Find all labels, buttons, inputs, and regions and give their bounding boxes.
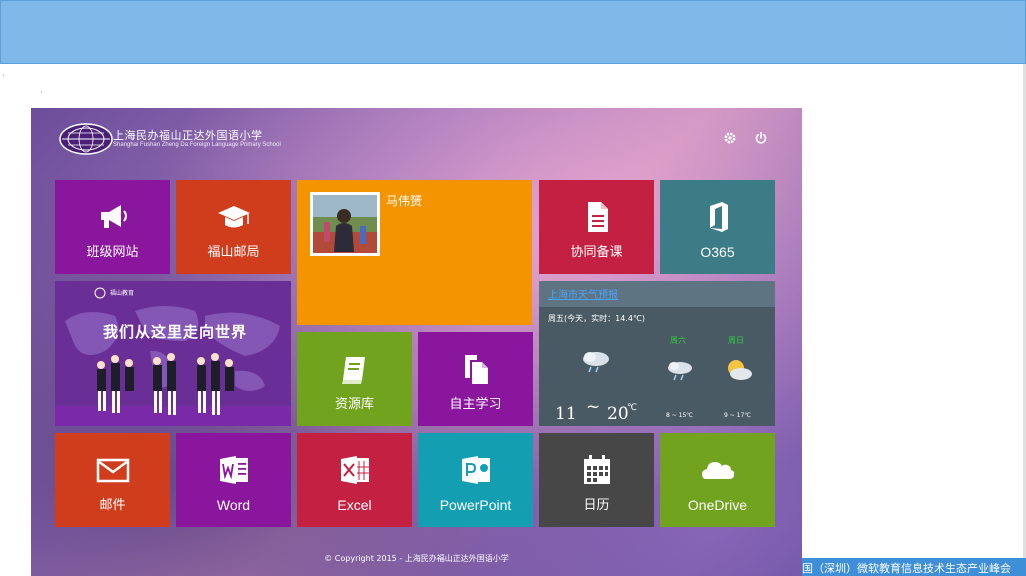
page-mark: · bbox=[40, 88, 43, 97]
tile-weather[interactable]: 上海市天气预报 周五(今天，实时：14.4℃) 周六 周日 11 ~ 20 ℃ … bbox=[539, 281, 775, 426]
weather-today-line: 周五(今天，实时：14.4℃) bbox=[548, 314, 646, 323]
partly-cloudy-icon bbox=[728, 360, 752, 380]
graduation-cap-icon bbox=[217, 206, 250, 228]
tile-label: 邮件 bbox=[99, 498, 126, 513]
excel-icon bbox=[340, 456, 369, 484]
tile-calendar[interactable]: 日历 bbox=[539, 433, 654, 527]
book-icon bbox=[341, 357, 365, 384]
page-mark: · bbox=[2, 71, 5, 80]
weather-day2-label: 周六 bbox=[670, 336, 686, 345]
weather-day3-range: 9 ~ 17℃ bbox=[724, 412, 752, 419]
tile-user-profile[interactable]: 马伟赟 bbox=[297, 180, 532, 325]
tile-word[interactable]: Word bbox=[176, 433, 291, 527]
tile-banner[interactable]: 福山教育 我们从这里走向世界 bbox=[55, 281, 291, 426]
school-name-english: Shanghai Fushan Zheng Da Foreign Languag… bbox=[113, 142, 281, 148]
school-logo-icon bbox=[59, 123, 113, 155]
tile-label: OneDrive bbox=[687, 497, 748, 513]
user-name: 马伟赟 bbox=[386, 194, 423, 208]
office-icon bbox=[709, 202, 728, 232]
browser-top-band bbox=[0, 0, 1026, 64]
portal-window: 上海民办福山正达外国语小学 Shanghai Fushan Zheng Da F… bbox=[31, 108, 802, 576]
ticker-text: 国（深圳）微软教育信息技术生态产业峰会 bbox=[802, 562, 1011, 575]
weather-day3-label: 周日 bbox=[728, 336, 744, 345]
school-name: 上海民办福山正达外国语小学 bbox=[113, 129, 263, 142]
word-icon bbox=[219, 456, 248, 484]
weather-today-tilde: ~ bbox=[586, 397, 601, 417]
world-map-illustration bbox=[55, 287, 291, 426]
tile-co-prep[interactable]: 协同备课 bbox=[539, 180, 654, 274]
power-icon[interactable] bbox=[754, 131, 768, 145]
weather-today-unit: ℃ bbox=[627, 403, 638, 413]
cloud-icon bbox=[701, 462, 734, 479]
tile-resources[interactable]: 资源库 bbox=[297, 332, 412, 426]
tile-excel[interactable]: Excel bbox=[297, 433, 412, 527]
tile-self-study[interactable]: 自主学习 bbox=[418, 332, 533, 426]
banner-slogan: 我们从这里走向世界 bbox=[103, 323, 248, 341]
tile-label: PowerPoint bbox=[439, 497, 512, 513]
banner-logo-text: 福山教育 bbox=[110, 290, 135, 297]
tile-label: O365 bbox=[700, 244, 735, 260]
avatar bbox=[310, 192, 380, 256]
powerpoint-icon bbox=[461, 456, 490, 484]
envelope-icon bbox=[96, 458, 129, 483]
copyright-footer: © Copyright 2015 - 上海民办福山正达外国语小学 bbox=[324, 554, 509, 563]
tile-label: 班级网站 bbox=[86, 245, 139, 260]
tile-onedrive[interactable]: OneDrive bbox=[660, 433, 775, 527]
tile-label: 日历 bbox=[583, 498, 610, 513]
weather-link[interactable]: 上海市天气预报 bbox=[548, 286, 618, 301]
calendar-icon bbox=[583, 455, 610, 484]
tile-class-site[interactable]: 班级网站 bbox=[55, 180, 170, 274]
rain-cloud-icon bbox=[668, 362, 692, 381]
gear-icon[interactable] bbox=[723, 131, 737, 145]
tile-label: 协同备课 bbox=[570, 245, 623, 260]
rain-cloud-icon bbox=[583, 352, 609, 373]
document-icon bbox=[587, 202, 608, 232]
weather-today-high: 20 bbox=[607, 404, 629, 424]
news-ticker[interactable]: 国（深圳）微软教育信息技术生态产业峰会 bbox=[802, 558, 1026, 576]
tile-label: 自主学习 bbox=[449, 397, 502, 412]
tile-mail[interactable]: 邮件 bbox=[55, 433, 170, 527]
weather-today-low: 11 bbox=[555, 404, 577, 424]
weather-day2-range: 8 ~ 15℃ bbox=[666, 412, 694, 419]
tile-label: Excel bbox=[337, 497, 372, 513]
weather-header: 上海市天气预报 bbox=[539, 281, 775, 307]
tile-label: 资源库 bbox=[334, 397, 374, 412]
files-icon bbox=[464, 355, 488, 384]
tile-mail-office[interactable]: 福山邮局 bbox=[176, 180, 291, 274]
tile-label: 福山邮局 bbox=[207, 245, 260, 260]
tile-o365[interactable]: O365 bbox=[660, 180, 775, 274]
tile-powerpoint[interactable]: PowerPoint bbox=[418, 433, 533, 527]
tile-label: Word bbox=[216, 497, 251, 513]
megaphone-icon bbox=[100, 205, 127, 228]
